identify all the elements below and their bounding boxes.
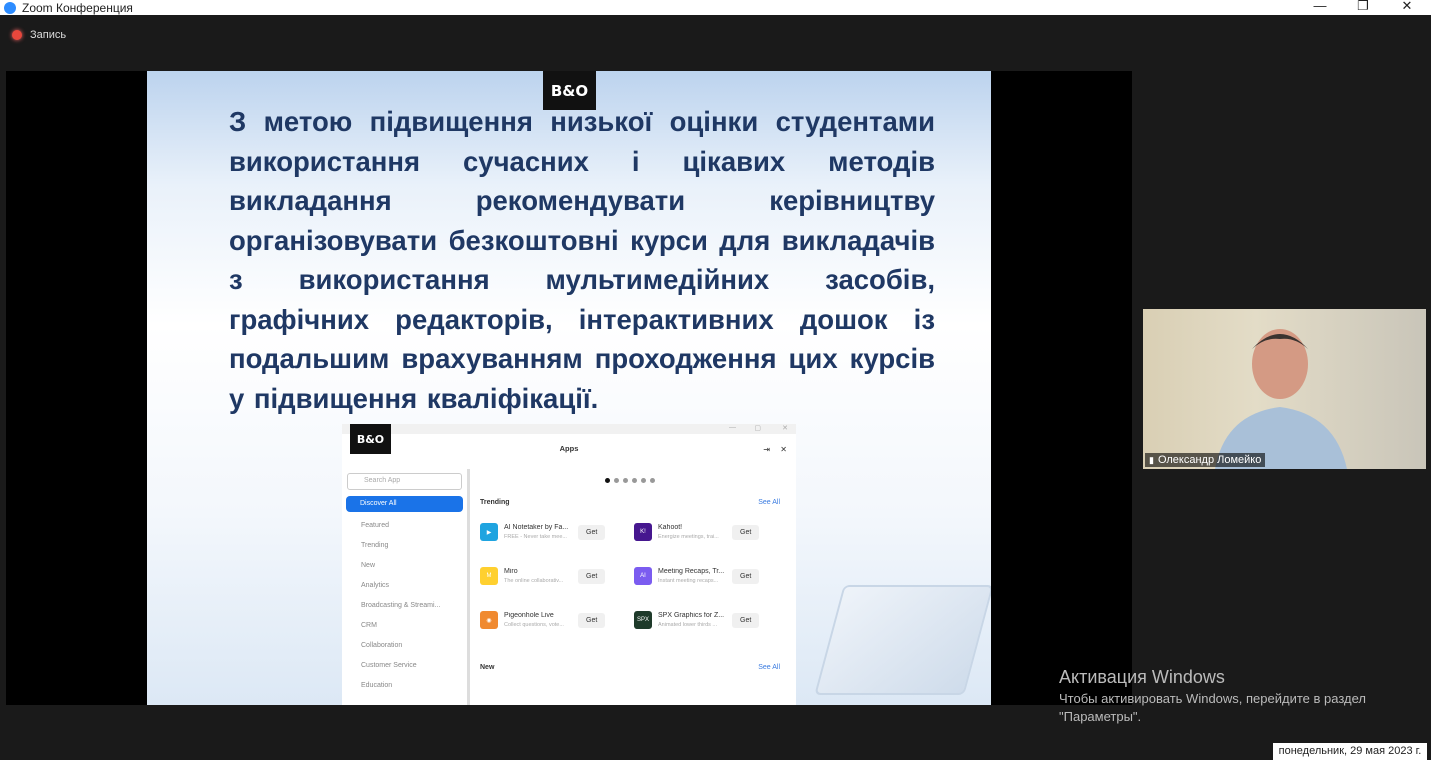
windows-activation-watermark: Активация Windows Чтобы активировать Win… [1059,667,1389,726]
category-item: Trending [361,542,389,549]
category-item: CRM [361,622,377,629]
pin-icon: ⇥ [763,445,770,454]
recording-indicator[interactable]: Запись [12,29,66,41]
app-item: SPX SPX Graphics for Z... Animated lower t… [634,606,780,634]
search-app-input: Search App [347,473,462,490]
new-heading: New [480,664,495,671]
category-item: Analytics [361,582,390,589]
see-all-link: See All [758,664,780,671]
app-desc: The online collaborativ... [504,578,564,584]
app-name: Kahoot! [658,524,683,531]
trending-heading: Trending [480,499,510,506]
presentation-slide: B&O З метою підвищення низької оцінки ст… [147,71,991,705]
carousel-dots [480,478,780,483]
apps-title: Apps [559,444,579,453]
get-button: Get [578,524,606,540]
taskbar-date[interactable]: понедельник, 29 мая 2023 г. [1273,743,1427,760]
activation-subtitle: Чтобы активировать Windows, перейдите в … [1059,691,1366,724]
get-button: Get [578,612,606,628]
app-icon: AI [634,567,652,585]
app-icon: M [480,567,498,585]
minimize-button[interactable]: — [1310,0,1330,13]
category-item: Broadcasting & Streami... [361,602,441,609]
app-item: ◉ Pigeonhole Live Collect questions, vote.… [480,606,626,634]
sidebar-divider [467,469,470,705]
app-name: Meeting Recaps, Tr... [658,568,725,575]
apps-window-titlebar: — ▢ ✕ [342,424,796,434]
app-grid: ▶ AI Notetaker by Fa... FREE - Never take … [480,518,780,634]
apps-restore: ▢ [754,425,761,432]
app-item: ▶ AI Notetaker by Fa... FREE - Never take … [480,518,626,546]
category-item: Collaboration [361,642,403,649]
app-desc: Collect questions, vote... [504,622,564,628]
participant-video[interactable]: ▮ Олександр Ломейко [1143,309,1426,469]
category-item: Education [361,682,393,689]
record-icon [12,30,22,40]
get-button: Get [732,612,760,628]
get-button: Get [732,524,760,540]
app-desc: FREE - Never take mee... [504,534,567,540]
app-icon: ◉ [480,611,498,629]
category-item: Customer Service [361,662,417,669]
title-bar: Zoom Конференция — ❐ ✕ [0,0,1431,15]
apps-sidebar: Search App Discover All Featured Trendin… [342,469,467,698]
participant-name-tag: ▮ Олександр Ломейко [1145,453,1266,467]
restore-button[interactable]: ❐ [1353,0,1373,14]
app-desc: Instant meeting recaps... [658,578,719,584]
app-desc: Energize meetings, trai... [658,534,719,540]
laptop-decoration [814,585,991,695]
app-name: AI Notetaker by Fa... [504,524,569,531]
app-desc: Animated lower thirds ... [658,622,717,628]
get-button: Get [732,568,760,584]
app-icon: K! [634,523,652,541]
slide-text: З метою підвищення низької оцінки студен… [229,106,935,414]
app-name: Miro [504,568,518,575]
apps-window-screenshot: — ▢ ✕ B&O Apps ⇥ ✕ Search App Discover A… [342,424,796,705]
apps-close-icon: ✕ [780,445,787,454]
apps-main: Trending See All ▶ AI Notetaker by Fa... FR… [480,466,780,671]
signal-icon: ▮ [1149,454,1154,465]
app-item: M Miro The online collaborativ... Get [480,562,626,590]
participant-name: Олександр Ломейко [1157,454,1262,466]
app-icon: ▶ [480,523,498,541]
app-item: K! Kahoot! Energize meetings, trai... Get [634,518,780,546]
apps-minimize: — [729,424,736,431]
zoom-logo-icon [4,1,16,14]
apps-close: ✕ [782,425,788,432]
app-name: Pigeonhole Live [504,612,554,619]
window-title: Zoom Конференция [22,0,133,15]
activation-title: Активация Windows [1059,667,1225,687]
category-item: Featured [361,522,390,529]
recording-label: Запись [30,29,67,41]
app-name: SPX Graphics for Z... [658,612,725,619]
category-item: New [361,562,376,569]
app-item: AI Meeting Recaps, Tr... Instant meeting r… [634,562,780,590]
close-button[interactable]: ✕ [1397,0,1417,14]
participant-image [1215,329,1347,469]
discover-all-item: Discover All [346,496,463,512]
app-icon: SPX [634,611,652,629]
get-button: Get [578,568,606,584]
see-all-link: See All [758,499,780,506]
